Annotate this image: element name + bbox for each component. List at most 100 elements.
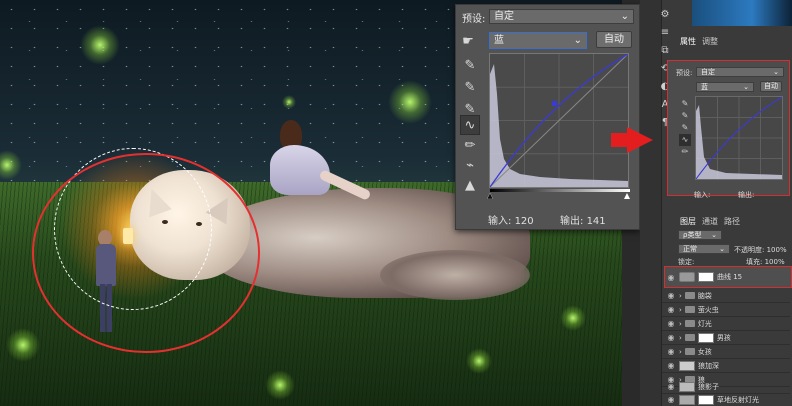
- annotation-circle: [32, 153, 260, 353]
- input-label: 输入:: [488, 216, 512, 227]
- curve-point-tool-icon[interactable]: ∿: [460, 115, 480, 135]
- chevron-down-icon: ⌄: [773, 68, 779, 76]
- layer-name: 狼加深: [698, 361, 719, 370]
- chevron-right-icon[interactable]: ›: [679, 292, 682, 300]
- eye-icon[interactable]: ◉: [666, 333, 676, 342]
- mini-tools: ✎ ✎ ✎ ∿ ✏: [679, 98, 691, 158]
- gray-point-eyedropper-icon[interactable]: ✎: [460, 77, 480, 97]
- wolf-tail: [380, 250, 530, 300]
- layer-row[interactable]: ◉ › 灯光: [662, 317, 790, 331]
- opacity-value[interactable]: 100%: [767, 246, 787, 254]
- tab-channels[interactable]: 通道: [702, 216, 718, 227]
- layer-kind-filter[interactable]: ρ类型 ⌄: [678, 230, 722, 240]
- eyedropper-icon[interactable]: ✎: [679, 98, 691, 110]
- white-point-slider: [624, 193, 630, 199]
- eye-icon[interactable]: ◉: [666, 382, 676, 391]
- firefly: [6, 328, 40, 362]
- layer-name: 男孩: [716, 333, 731, 342]
- layer-mask-thumb: [698, 272, 714, 282]
- channel-dropdown[interactable]: 蓝 ⌄: [489, 32, 587, 49]
- eye-icon[interactable]: ◉: [666, 361, 676, 370]
- pencil-draw-icon[interactable]: ✏: [460, 135, 480, 155]
- layer-thumb: [679, 360, 695, 371]
- eyedropper-icon[interactable]: ✎: [679, 122, 691, 134]
- mini-output-label: 输出:: [738, 191, 755, 199]
- layer-row[interactable]: ◉ › 男孩: [662, 331, 790, 345]
- tab-adjust[interactable]: 调整: [702, 36, 718, 47]
- eye-icon[interactable]: ◉: [666, 319, 676, 328]
- lock-label: 锁定:: [678, 258, 695, 266]
- pencil-draw-icon[interactable]: ✏: [679, 146, 691, 158]
- layer-thumb: [679, 394, 695, 405]
- gradient-slider[interactable]: [487, 189, 632, 199]
- layers-icon[interactable]: ⧉: [658, 42, 672, 60]
- chevron-right-icon[interactable]: ›: [679, 334, 682, 342]
- eye-icon[interactable]: ◉: [666, 305, 676, 314]
- eye-icon[interactable]: ◉: [666, 273, 676, 282]
- mini-curves-graph[interactable]: [695, 96, 783, 180]
- layer-row[interactable]: ◉ › 脑袋: [662, 289, 790, 303]
- chevron-down-icon: ⌄: [743, 83, 749, 91]
- curve-point: [552, 101, 557, 106]
- layer-name: 女孩: [697, 347, 712, 356]
- layer-row[interactable]: ◉ 狼加深: [662, 359, 790, 373]
- layer-name: 草地反射灯光: [717, 395, 759, 404]
- clipping-warning-icon[interactable]: ▲: [460, 175, 480, 195]
- folder-icon: [684, 348, 695, 355]
- layer-row[interactable]: ◉ › 萤火虫: [662, 303, 790, 317]
- chevron-right-icon[interactable]: ›: [679, 348, 682, 356]
- layer-row[interactable]: ◉ 狼影子: [662, 380, 790, 394]
- curve-point-tool-icon[interactable]: ∿: [679, 134, 691, 146]
- eye-icon[interactable]: ◉: [666, 291, 676, 300]
- chevron-right-icon[interactable]: ›: [679, 306, 682, 314]
- layer-name: 狼影子: [698, 382, 719, 391]
- sliders-icon[interactable]: ≡: [658, 24, 672, 42]
- opacity-label: 不透明度:: [734, 246, 765, 254]
- mini-channel-value: 蓝: [701, 83, 708, 91]
- folder-icon: [684, 292, 695, 299]
- smooth-curve-icon[interactable]: ⌁: [460, 155, 480, 175]
- mini-preset-label: 预设:: [676, 69, 693, 77]
- auto-button[interactable]: 自动: [596, 31, 632, 48]
- layer-row[interactable]: ◉ 曲线 15: [662, 270, 790, 284]
- layer-name: 萤火虫: [697, 305, 719, 314]
- blend-mode-value: 正常: [683, 245, 697, 253]
- firefly: [560, 305, 586, 331]
- black-point-slider: [487, 192, 494, 199]
- chevron-down-icon: ⌄: [573, 35, 582, 46]
- mini-curves-svg: [695, 96, 783, 180]
- chevron-down-icon: ⌄: [719, 245, 725, 253]
- layer-thumb: [679, 381, 695, 392]
- curves-graph[interactable]: [489, 53, 629, 188]
- eye-icon[interactable]: ◉: [666, 395, 676, 404]
- tab-properties[interactable]: 属性: [680, 36, 696, 47]
- eyedropper-icon[interactable]: ✎: [679, 110, 691, 122]
- firefly: [265, 370, 295, 400]
- blend-mode-dropdown[interactable]: 正常 ⌄: [678, 244, 730, 254]
- target-adjust-hand-icon[interactable]: ☛: [458, 31, 478, 51]
- eye-icon[interactable]: ◉: [666, 347, 676, 356]
- mini-input-label: 输入:: [694, 191, 711, 199]
- mini-auto-button[interactable]: 自动: [760, 81, 782, 92]
- layer-name: 脑袋: [697, 291, 712, 300]
- firefly: [80, 25, 120, 65]
- layer-row[interactable]: ◉ › 女孩: [662, 345, 790, 359]
- tab-layers[interactable]: 图层: [680, 216, 696, 227]
- mini-preset-dropdown[interactable]: 自定 ⌄: [696, 67, 784, 77]
- mini-channel-dropdown[interactable]: 蓝 ⌄: [696, 82, 754, 92]
- preset-dropdown[interactable]: 自定 ⌄: [489, 9, 634, 24]
- kind-label: ρ类型: [683, 231, 702, 239]
- chevron-right-icon[interactable]: ›: [679, 320, 682, 328]
- preset-label: 预设:: [462, 14, 486, 25]
- fill-value[interactable]: 100%: [765, 258, 785, 266]
- gear-icon[interactable]: ⚙: [658, 6, 672, 24]
- layer-row[interactable]: ◉ 草地反射灯光: [662, 393, 790, 406]
- mini-preset-value: 自定: [701, 68, 715, 76]
- firefly: [388, 80, 432, 124]
- firefly: [282, 95, 296, 109]
- layer-mask-thumb: [697, 332, 714, 343]
- black-point-eyedropper-icon[interactable]: ✎: [460, 55, 480, 75]
- chevron-down-icon: ⌄: [620, 11, 629, 22]
- tab-paths[interactable]: 路径: [724, 216, 740, 227]
- color-picker[interactable]: [692, 0, 792, 26]
